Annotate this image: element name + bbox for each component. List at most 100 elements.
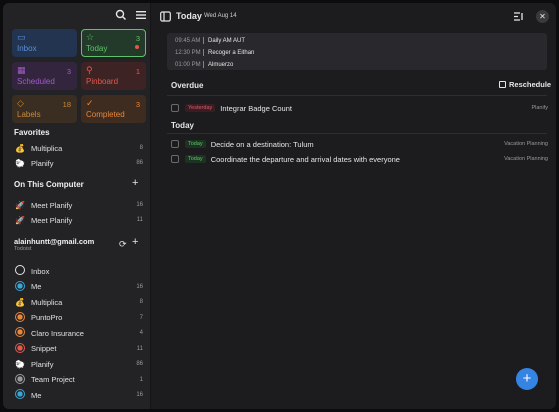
sidebar-item-project[interactable]: Claro Insurance 4 bbox=[14, 326, 143, 340]
task-title: Coordinate the departure and arrival dat… bbox=[210, 154, 400, 164]
item-count: 8 bbox=[139, 299, 143, 305]
reschedule-label: Reschedule bbox=[509, 80, 552, 89]
sidebar-item-label: Me bbox=[31, 390, 42, 400]
close-icon[interactable]: ✕ bbox=[536, 10, 549, 23]
calendar-icon bbox=[499, 81, 506, 88]
sidebar-item-label: Planify bbox=[31, 158, 54, 168]
sidebar-item-project[interactable]: Me 16 bbox=[14, 280, 143, 294]
tile-pinboard[interactable]: ⚲ 1 Pinboard bbox=[81, 62, 146, 90]
event-title: Almuerzo bbox=[208, 61, 234, 68]
due-badge: Today bbox=[185, 140, 206, 148]
item-count: 16 bbox=[136, 283, 143, 290]
item-count: 7 bbox=[139, 314, 143, 321]
task-checkbox[interactable] bbox=[171, 104, 179, 112]
sidebar-item-project[interactable]: 💰 Multiplica 8 bbox=[14, 295, 143, 309]
project-circle-icon bbox=[14, 373, 26, 386]
project-emoji-icon: 💰 bbox=[15, 297, 25, 307]
sidebar-item-label: Snippet bbox=[31, 344, 57, 353]
tile-labels[interactable]: ◇ 18 Labels bbox=[12, 95, 77, 123]
add-task-button[interactable]: + bbox=[516, 368, 538, 390]
overdue-heading: Overdue bbox=[171, 81, 204, 90]
sidebar-toggle-icon[interactable] bbox=[160, 11, 171, 22]
tile-today[interactable]: ☆ 3 Today bbox=[81, 29, 146, 57]
sidebar-header bbox=[3, 3, 150, 28]
project-circle-icon bbox=[14, 327, 26, 339]
page-date: Wed Aug 14 bbox=[204, 13, 237, 19]
task-title: Decide on a destination: Tulum bbox=[210, 139, 314, 149]
sidebar-item-planify[interactable]: 🐑 Planify 86 bbox=[14, 156, 143, 170]
task-checkbox[interactable] bbox=[171, 140, 179, 148]
add-project-icon[interactable]: + bbox=[132, 236, 138, 248]
tile-count: 3 bbox=[66, 67, 71, 76]
sidebar-item-label: Meet Planify bbox=[31, 215, 73, 225]
project-circle-icon bbox=[14, 311, 26, 324]
calendar-events: 09:45 AM Daily AM AUT 12:30 PM Recoger a… bbox=[167, 33, 547, 70]
tile-label: Completed bbox=[86, 110, 125, 119]
event-title: Recoger a Eithan bbox=[208, 49, 255, 56]
event-time: 12:30 PM bbox=[175, 49, 201, 56]
item-count: 16 bbox=[136, 392, 143, 398]
sidebar-item-label: Inbox bbox=[31, 266, 50, 276]
event-time: 09:45 AM bbox=[175, 37, 201, 44]
event-row[interactable]: 09:45 AM Daily AM AUT bbox=[175, 35, 245, 46]
divider bbox=[167, 133, 547, 134]
task-row[interactable]: Today Coordinate the departure and arriv… bbox=[171, 153, 548, 165]
sidebar-item-project[interactable]: Me 16 bbox=[14, 388, 143, 402]
sidebar-item-label: Planify bbox=[31, 359, 54, 369]
tile-scheduled[interactable]: ▦ 3 Scheduled bbox=[12, 62, 77, 90]
favorites-heading: Favorites bbox=[14, 128, 50, 137]
due-badge: Today bbox=[185, 155, 206, 163]
item-count: 16 bbox=[136, 202, 143, 208]
sidebar-item-label: Meet Planify bbox=[31, 200, 73, 210]
divider bbox=[167, 95, 547, 96]
sheep-icon: 🐑 bbox=[15, 158, 25, 168]
calendar-icon: ▦ bbox=[17, 65, 26, 75]
event-time: 01:00 PM bbox=[175, 61, 201, 68]
reschedule-button[interactable]: Reschedule bbox=[499, 80, 551, 89]
event-row[interactable]: 12:30 PM Recoger a Eithan bbox=[175, 47, 254, 58]
account-service: Todoist bbox=[14, 246, 32, 252]
tile-completed[interactable]: ✓ 3 Completed bbox=[81, 95, 146, 123]
page-title: Today bbox=[176, 11, 202, 21]
check-circle-icon: ✓ bbox=[86, 98, 94, 108]
sidebar-item-meet-planify[interactable]: 🚀 Meet Planify 16 bbox=[14, 198, 143, 212]
tile-count: 18 bbox=[62, 100, 71, 109]
rocket-icon: 🚀 bbox=[15, 215, 25, 225]
sidebar-item-label: Multiplica bbox=[31, 297, 63, 307]
item-count: 11 bbox=[136, 345, 143, 352]
menu-icon[interactable] bbox=[135, 9, 147, 21]
tile-label: Pinboard bbox=[86, 77, 119, 86]
project-circle-icon bbox=[14, 389, 26, 401]
event-title: Daily AM AUT bbox=[208, 37, 246, 44]
inbox-icon: ▭ bbox=[17, 32, 26, 42]
tile-inbox[interactable]: ▭ Inbox bbox=[12, 29, 77, 57]
sidebar-item-project[interactable]: Team Project 1 bbox=[14, 373, 143, 387]
add-project-icon[interactable]: + bbox=[132, 177, 138, 189]
sync-icon[interactable]: ⟳ bbox=[119, 239, 127, 250]
sidebar-item-project[interactable]: 🐑 Planify 86 bbox=[14, 357, 143, 371]
task-row[interactable]: Today Decide on a destination: Tulum Vac… bbox=[171, 138, 548, 150]
sidebar-item-project[interactable]: Inbox bbox=[14, 264, 143, 278]
tile-label: Today bbox=[86, 44, 108, 53]
task-project: Vacation Planning bbox=[504, 156, 548, 162]
sidebar: ▭ Inbox ☆ 3 Today ▦ 3 Scheduled ⚲ 1 Pinb… bbox=[3, 3, 151, 409]
sidebar-item-label: Multiplica bbox=[31, 143, 63, 153]
search-icon[interactable] bbox=[115, 9, 127, 21]
tile-count: 3 bbox=[135, 100, 140, 109]
sidebar-item-project[interactable]: Snippet 11 bbox=[14, 342, 143, 356]
project-circle-icon bbox=[14, 265, 26, 277]
sidebar-item-label: Team Project bbox=[31, 375, 75, 384]
item-count: 86 bbox=[136, 361, 143, 367]
sidebar-item-label: Me bbox=[31, 282, 42, 291]
task-row[interactable]: Yesterday Integrar Badge Count Planify bbox=[171, 102, 548, 114]
sidebar-item-meet-planify[interactable]: 🚀 Meet Planify 11 bbox=[14, 213, 143, 227]
item-count: 4 bbox=[139, 330, 143, 336]
pin-icon: ⚲ bbox=[86, 65, 93, 75]
task-checkbox[interactable] bbox=[171, 155, 179, 163]
task-project: Planify bbox=[531, 105, 548, 111]
sidebar-item-project[interactable]: PuntoPro 7 bbox=[14, 311, 143, 325]
view-options-icon[interactable] bbox=[513, 11, 524, 22]
sidebar-item-multiplica[interactable]: 💰 Multiplica 8 bbox=[14, 141, 143, 155]
tile-label: Scheduled bbox=[17, 77, 55, 86]
event-row[interactable]: 01:00 PM Almuerzo bbox=[175, 59, 233, 70]
